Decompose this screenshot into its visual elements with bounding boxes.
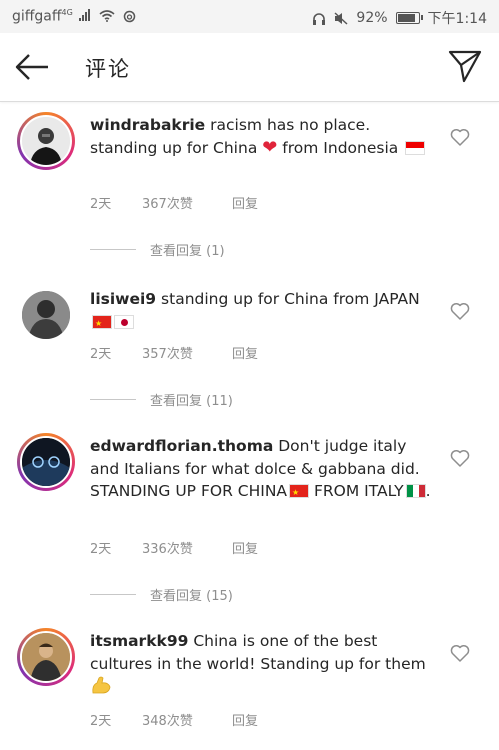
battery-percent: 92% xyxy=(356,10,388,26)
user-photo-icon xyxy=(22,633,70,681)
avatar-story-ring[interactable] xyxy=(17,112,75,170)
like-heart-icon[interactable] xyxy=(450,302,470,320)
comment-username[interactable]: windrabakrie xyxy=(90,116,205,134)
mute-icon xyxy=(334,11,348,25)
clock: 下午1:14 xyxy=(427,11,487,27)
comment-username[interactable]: itsmarkk99 xyxy=(90,632,188,650)
view-replies-button[interactable]: 查看回复 (15) xyxy=(90,585,390,604)
flexed-biceps-emoji-icon xyxy=(92,676,111,694)
comment-likes[interactable]: 336次赞 xyxy=(142,538,204,557)
divider xyxy=(90,399,136,400)
comment-likes[interactable]: 367次赞 xyxy=(142,193,204,212)
china-flag-icon xyxy=(289,482,310,505)
app-header: 评论 xyxy=(0,33,499,102)
avatar xyxy=(20,436,72,488)
reply-button[interactable]: 回复 xyxy=(232,343,258,362)
comment-text: itsmarkk99 China is one of the best cult… xyxy=(90,630,440,698)
page-title: 评论 xyxy=(85,57,131,81)
indonesia-flag-icon xyxy=(405,140,426,155)
battery-icon xyxy=(395,12,423,24)
comment-meta: 2天 357次赞 回复 xyxy=(90,343,258,362)
like-heart-icon[interactable] xyxy=(450,128,470,146)
avatar xyxy=(20,289,72,341)
user-photo-icon xyxy=(22,438,70,486)
comment-time: 2天 xyxy=(90,714,112,729)
comment-likes[interactable]: 348次赞 xyxy=(142,710,204,729)
status-bar: giffgaff4G 92% 下午1:14 xyxy=(0,0,499,33)
comment-body-cont: from Indonesia xyxy=(282,138,399,157)
comment-text: windrabakrie racism has no place. standi… xyxy=(90,114,440,159)
japan-flag-icon xyxy=(114,314,134,329)
avatar-container[interactable] xyxy=(17,286,75,344)
like-heart-icon[interactable] xyxy=(450,449,470,467)
comment-text: lisiwei9 standing up for China from JAPA… xyxy=(90,288,440,335)
reply-button[interactable]: 回复 xyxy=(232,193,258,212)
wifi-icon xyxy=(99,9,115,22)
avatar xyxy=(20,631,72,683)
divider xyxy=(90,249,136,250)
italy-flag-icon xyxy=(405,484,426,498)
network-type: 4G xyxy=(61,8,73,17)
view-replies-label: 查看回复 (15) xyxy=(150,589,233,604)
view-replies-label: 查看回复 (11) xyxy=(150,394,233,409)
comment-username[interactable]: edwardflorian.thoma xyxy=(90,437,273,455)
avatar xyxy=(20,115,72,167)
user-photo-icon xyxy=(22,291,70,339)
comment-time: 2天 xyxy=(90,197,112,212)
comment-meta: 2天 348次赞 回复 xyxy=(90,710,258,729)
comment-time: 2天 xyxy=(90,542,112,557)
carrier-name: giffgaff xyxy=(12,8,62,25)
view-replies-button[interactable]: 查看回复 (11) xyxy=(90,390,390,409)
reply-button[interactable]: 回复 xyxy=(232,538,258,557)
send-icon[interactable] xyxy=(447,48,483,84)
comment-body-cont: FROM ITALY xyxy=(313,482,404,500)
comment-meta: 2天 336次赞 回复 xyxy=(90,538,258,557)
view-replies-label: 查看回复 (1) xyxy=(150,244,225,259)
comment-time: 2天 xyxy=(90,347,112,362)
data-saver-icon xyxy=(123,10,136,22)
like-heart-icon[interactable] xyxy=(450,644,470,662)
headphones-icon xyxy=(313,12,326,25)
avatar-story-ring[interactable] xyxy=(17,628,75,686)
comment-meta: 2天 367次赞 回复 xyxy=(90,193,258,212)
red-heart-emoji-icon: ❤ xyxy=(262,136,278,158)
comment-likes[interactable]: 357次赞 xyxy=(142,343,204,362)
china-flag-icon xyxy=(92,313,112,335)
comment-body-end: . xyxy=(425,482,431,500)
back-arrow-icon[interactable] xyxy=(14,51,50,83)
comment-text: edwardflorian.thoma Don't judge italy an… xyxy=(90,435,440,505)
view-replies-button[interactable]: 查看回复 (1) xyxy=(90,240,390,259)
reply-button[interactable]: 回复 xyxy=(232,710,258,729)
divider xyxy=(90,594,136,595)
comment-body: standing up for China from JAPAN xyxy=(161,290,420,308)
user-photo-icon xyxy=(22,117,70,165)
avatar-story-ring[interactable] xyxy=(17,433,75,491)
signal-icon xyxy=(79,8,91,21)
comment-username[interactable]: lisiwei9 xyxy=(90,290,156,308)
carrier-label: giffgaff4G xyxy=(12,8,136,25)
